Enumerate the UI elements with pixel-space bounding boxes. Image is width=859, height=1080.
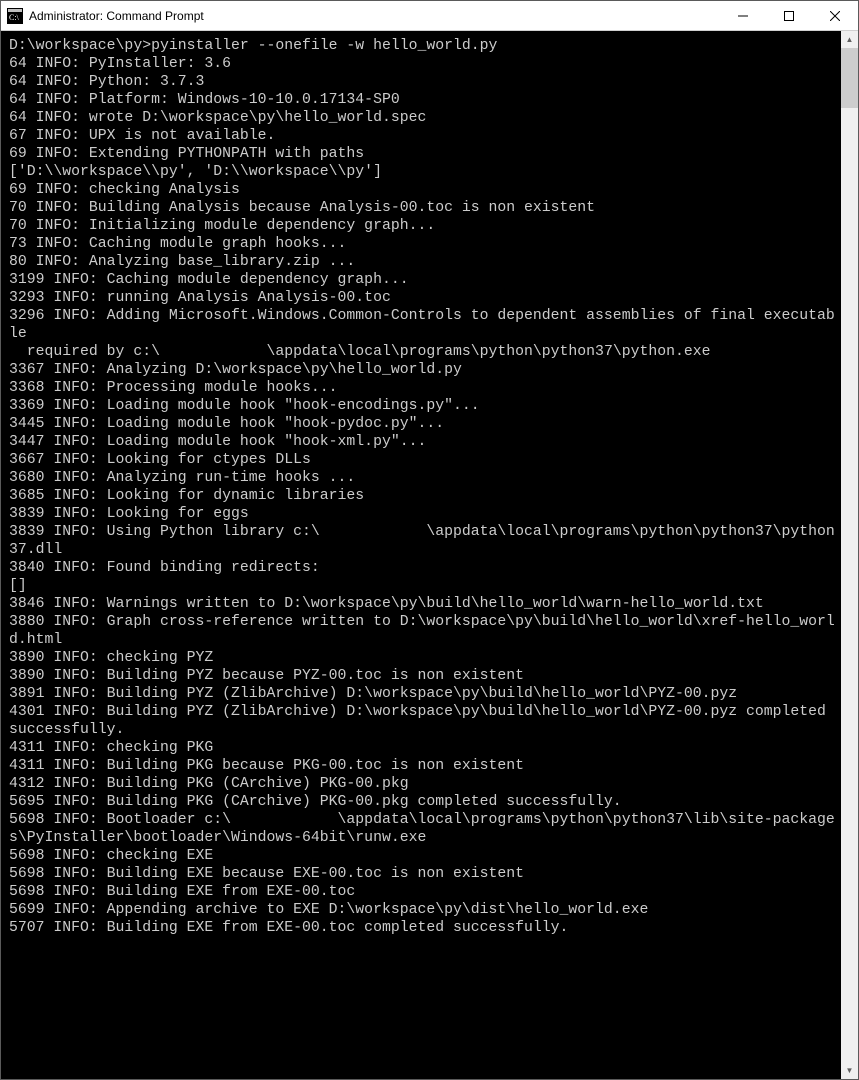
window-controls — [720, 1, 858, 30]
cmd-icon: C:\ — [7, 8, 23, 24]
output-line: 69 INFO: Extending PYTHONPATH with paths — [9, 146, 364, 162]
output-line: 3880 INFO: Graph cross-reference written… — [9, 614, 835, 648]
output-line: 3368 INFO: Processing module hooks... — [9, 380, 338, 396]
minimize-button[interactable] — [720, 1, 766, 30]
output-line: 5698 INFO: checking EXE — [9, 848, 213, 864]
output-line: 3667 INFO: Looking for ctypes DLLs — [9, 452, 311, 468]
output-line: 4311 INFO: Building PKG because PKG-00.t… — [9, 758, 524, 774]
output-line: 4311 INFO: checking PKG — [9, 740, 213, 756]
output-line: 3293 INFO: running Analysis Analysis-00.… — [9, 290, 391, 306]
output-line: 73 INFO: Caching module graph hooks... — [9, 236, 346, 252]
output-line: 5707 INFO: Building EXE from EXE-00.toc … — [9, 920, 568, 936]
command-text: pyinstaller --onefile -w hello_world.py — [151, 38, 497, 54]
output-line: 4301 INFO: Building PYZ (ZlibArchive) D:… — [9, 704, 835, 738]
output-line: 3296 INFO: Adding Microsoft.Windows.Comm… — [9, 308, 835, 342]
output-line: 80 INFO: Analyzing base_library.zip ... — [9, 254, 355, 270]
output-line: 3199 INFO: Caching module dependency gra… — [9, 272, 409, 288]
output-line: 64 INFO: wrote D:\workspace\py\hello_wor… — [9, 110, 426, 126]
output-line: 5698 INFO: Building EXE because EXE-00.t… — [9, 866, 524, 882]
close-button[interactable] — [812, 1, 858, 30]
window-title: Administrator: Command Prompt — [29, 9, 720, 23]
output-line: 3890 INFO: Building PYZ because PYZ-00.t… — [9, 668, 524, 684]
output-line: 3839 INFO: Using Python library c:\ \app… — [9, 524, 835, 558]
terminal-area: D:\workspace\py>pyinstaller --onefile -w… — [1, 31, 858, 1079]
svg-text:C:\: C:\ — [9, 13, 20, 22]
output-line: 64 INFO: Python: 3.7.3 — [9, 74, 204, 90]
output-line: 69 INFO: checking Analysis — [9, 182, 240, 198]
titlebar[interactable]: C:\ Administrator: Command Prompt — [1, 1, 858, 31]
output-line: 3846 INFO: Warnings written to D:\worksp… — [9, 596, 764, 612]
output-line: 70 INFO: Initializing module dependency … — [9, 218, 435, 234]
output-line: [] — [9, 578, 27, 594]
terminal-output[interactable]: D:\workspace\py>pyinstaller --onefile -w… — [1, 31, 841, 1079]
output-line: required by c:\ \appdata\local\programs\… — [9, 344, 711, 360]
command-prompt-window: C:\ Administrator: Command Prompt D:\wor… — [0, 0, 859, 1080]
output-line: 67 INFO: UPX is not available. — [9, 128, 275, 144]
scroll-up-arrow[interactable]: ▲ — [841, 31, 858, 48]
output-line: 4312 INFO: Building PKG (CArchive) PKG-0… — [9, 776, 409, 792]
prompt: D:\workspace\py> — [9, 38, 151, 54]
output-line: 3445 INFO: Loading module hook "hook-pyd… — [9, 416, 444, 432]
output-line: 64 INFO: PyInstaller: 3.6 — [9, 56, 231, 72]
output-line: 3891 INFO: Building PYZ (ZlibArchive) D:… — [9, 686, 737, 702]
scroll-thumb[interactable] — [841, 48, 858, 108]
output-line: 3840 INFO: Found binding redirects: — [9, 560, 320, 576]
output-line: 3367 INFO: Analyzing D:\workspace\py\hel… — [9, 362, 462, 378]
output-line: 3890 INFO: checking PYZ — [9, 650, 213, 666]
maximize-button[interactable] — [766, 1, 812, 30]
output-line: 3839 INFO: Looking for eggs — [9, 506, 249, 522]
vertical-scrollbar[interactable]: ▲ ▼ — [841, 31, 858, 1079]
output-line: 64 INFO: Platform: Windows-10-10.0.17134… — [9, 92, 400, 108]
output-line: 5699 INFO: Appending archive to EXE D:\w… — [9, 902, 648, 918]
output-line: 5698 INFO: Bootloader c:\ \appdata\local… — [9, 812, 835, 846]
output-line: 5698 INFO: Building EXE from EXE-00.toc — [9, 884, 355, 900]
output-line: 3369 INFO: Loading module hook "hook-enc… — [9, 398, 480, 414]
output-line: 5695 INFO: Building PKG (CArchive) PKG-0… — [9, 794, 622, 810]
output-line: 3447 INFO: Loading module hook "hook-xml… — [9, 434, 426, 450]
output-line: 3680 INFO: Analyzing run-time hooks ... — [9, 470, 355, 486]
output-line: 70 INFO: Building Analysis because Analy… — [9, 200, 595, 216]
output-line: 3685 INFO: Looking for dynamic libraries — [9, 488, 364, 504]
scroll-down-arrow[interactable]: ▼ — [841, 1062, 858, 1079]
output-line: ['D:\\workspace\\py', 'D:\\workspace\\py… — [9, 164, 382, 180]
